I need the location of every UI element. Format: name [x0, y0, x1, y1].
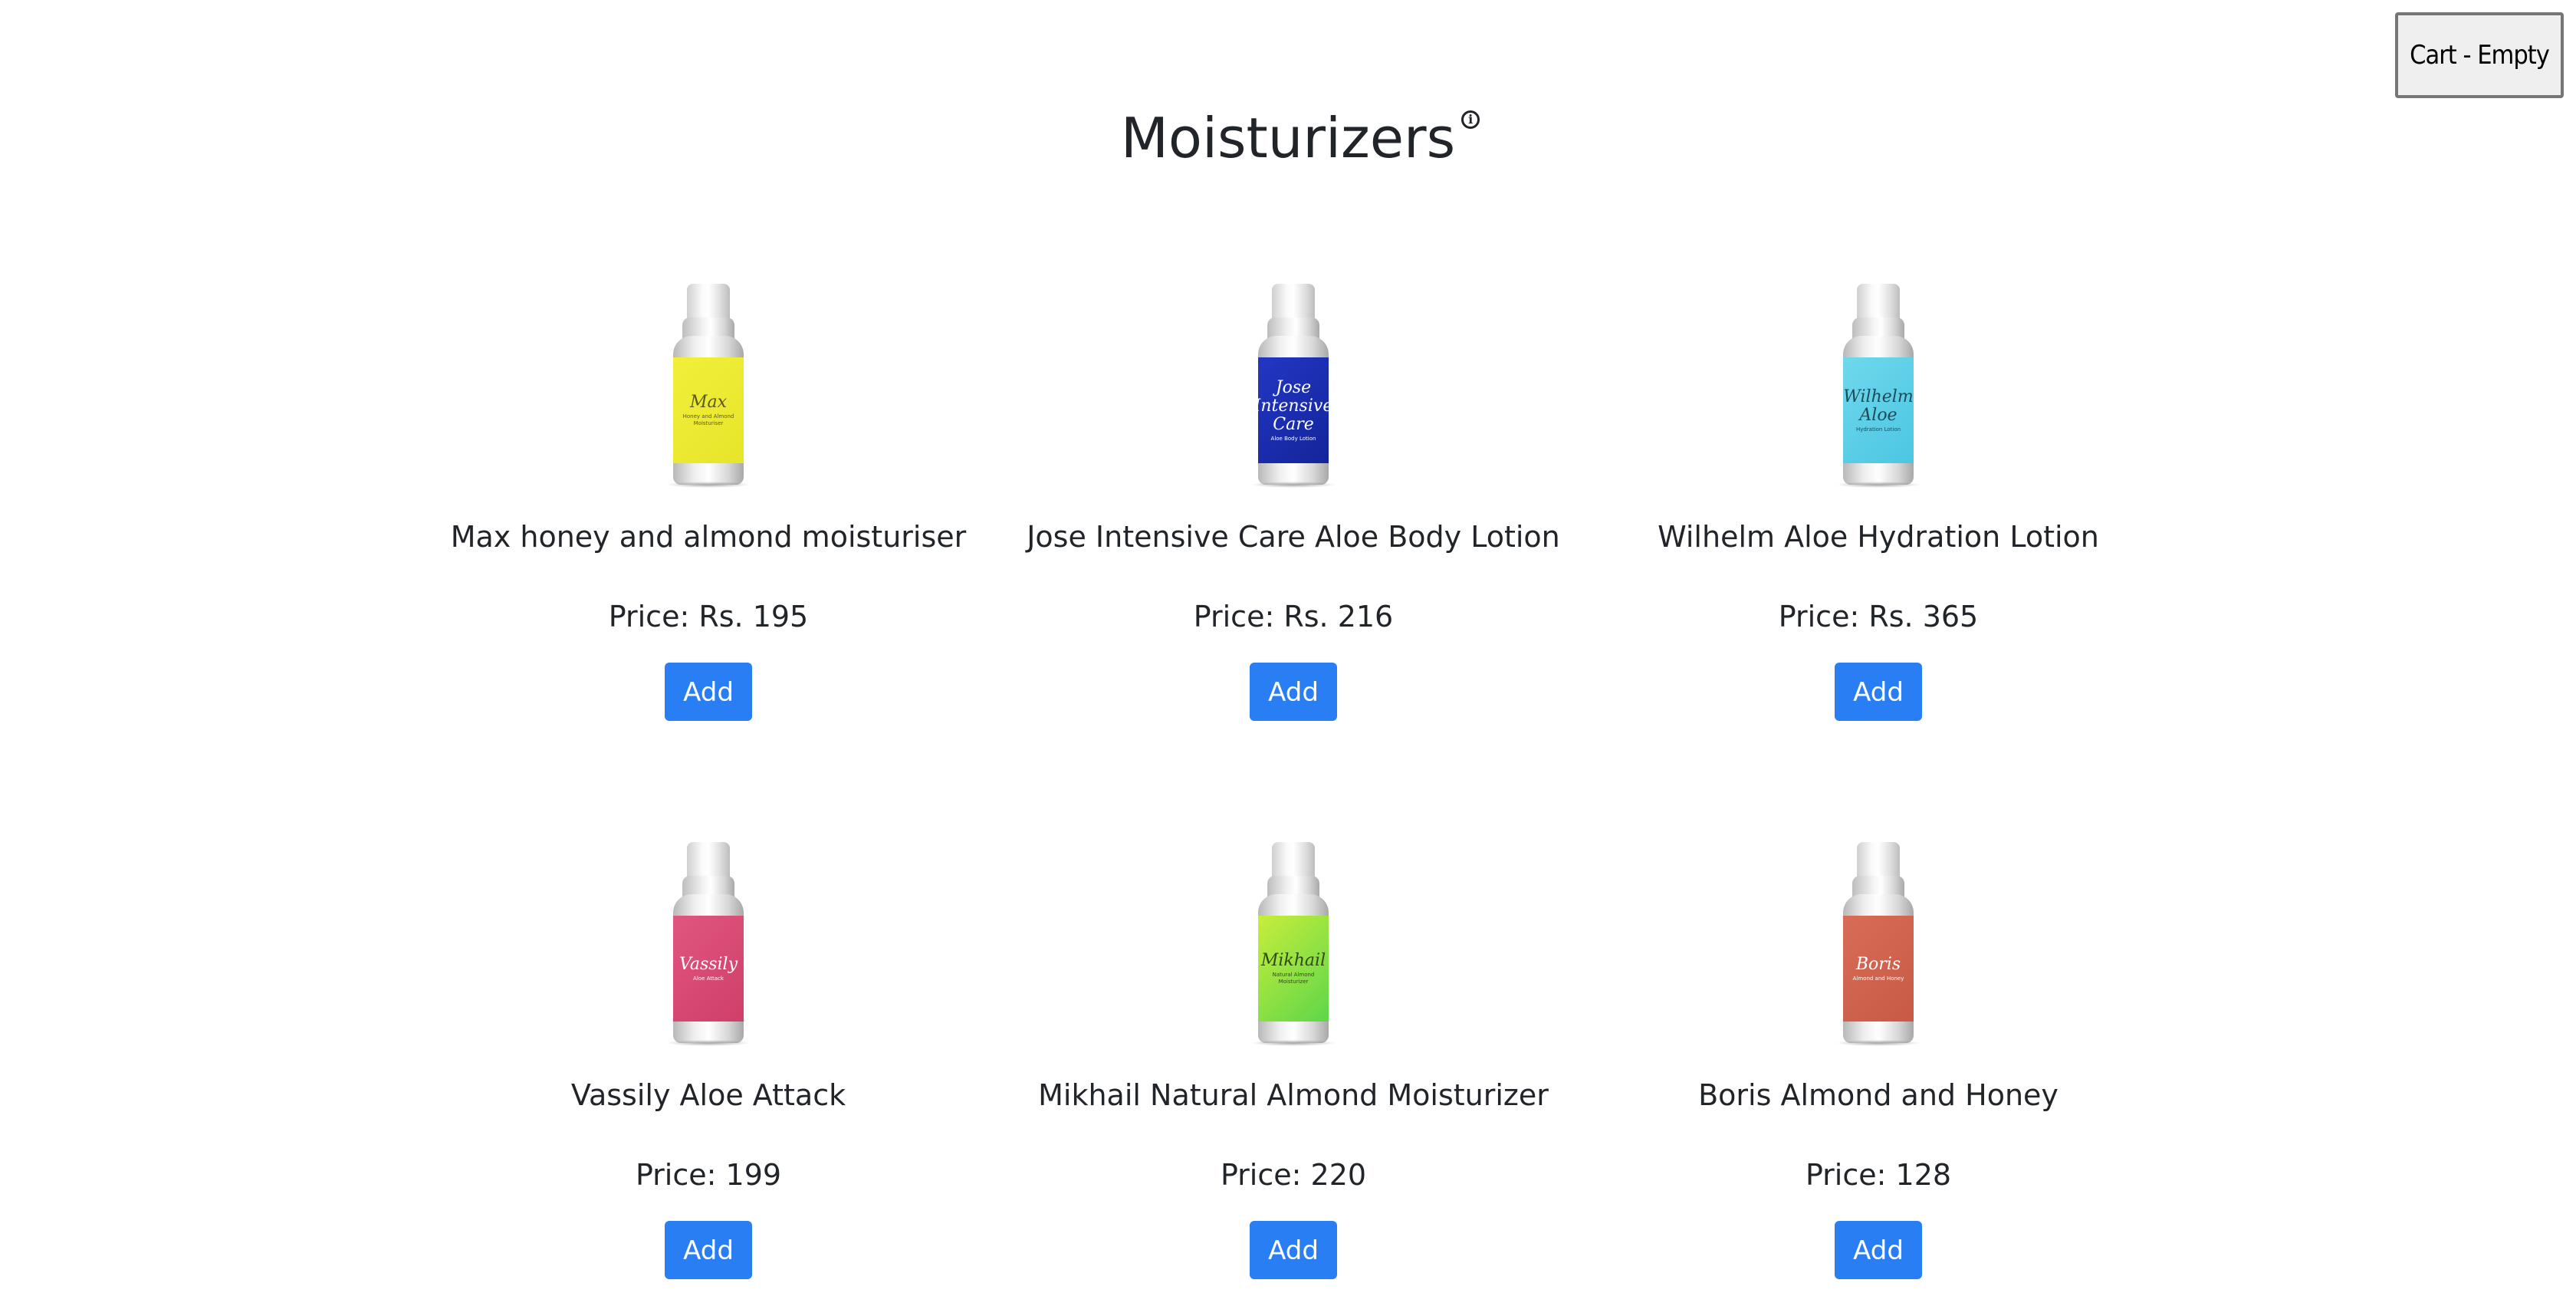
bottle-body: Boris Almond and Honey [1843, 894, 1914, 1043]
bottle-shadow [1250, 1040, 1336, 1046]
product-image: Wilhelm Aloe Hydration Lotion [1832, 276, 1924, 498]
bottle-subtitle: Almond and Honey [1852, 975, 1904, 982]
moisturizers-page: Cart - Empty Moisturizers i Max Honey and… [0, 0, 2576, 1316]
bottle-shadow [665, 482, 751, 488]
bottle-label: Jose Intensive Care Aloe Body Lotion [1258, 357, 1329, 463]
product-card: Mikhail Natural Almond Moisturizer Mikha… [1002, 834, 1585, 1279]
product-price: Price: 128 [1805, 1158, 1952, 1192]
bottle-cap [1272, 842, 1315, 877]
add-button[interactable]: Add [1250, 1221, 1337, 1279]
bottle-cap [1857, 842, 1900, 877]
bottle-shadow [1835, 1040, 1921, 1046]
product-name: Wilhelm Aloe Hydration Lotion [1658, 520, 2099, 554]
bottle-body: Wilhelm Aloe Hydration Lotion [1843, 336, 1914, 485]
bottle-body: Max Honey and Almond Moisturiser [673, 336, 744, 485]
product-image: Max Honey and Almond Moisturiser [662, 276, 754, 498]
bottle-brand: Wilhelm Aloe [1843, 387, 1914, 425]
product-name: Max honey and almond moisturiser [450, 520, 967, 554]
page-title-text: Moisturizers [1120, 106, 1456, 170]
product-card: Boris Almond and Honey Boris Almond and … [1587, 834, 2170, 1279]
product-price: Price: Rs. 365 [1778, 600, 1979, 633]
product-card: Jose Intensive Care Aloe Body Lotion Jos… [1002, 276, 1585, 721]
bottle-label: Boris Almond and Honey [1843, 916, 1914, 1022]
product-price: Price: Rs. 195 [608, 600, 809, 633]
bottle-cap [1272, 284, 1315, 319]
product-card: Vassily Aloe Attack Vassily Aloe Attack … [417, 834, 1000, 1279]
bottle-body: Jose Intensive Care Aloe Body Lotion [1258, 336, 1329, 485]
bottle-brand: Max [689, 393, 728, 412]
add-button[interactable]: Add [1835, 1221, 1922, 1279]
bottle-shadow [1835, 482, 1921, 488]
bottle-shadow [1250, 482, 1336, 488]
bottle-subtitle: Natural Almond Moisturizer [1272, 972, 1315, 985]
product-image: Mikhail Natural Almond Moisturizer [1247, 834, 1339, 1057]
page-header: Moisturizers i [0, 100, 2576, 176]
bottle-label: Wilhelm Aloe Hydration Lotion [1843, 357, 1914, 463]
add-button[interactable]: Add [665, 1221, 752, 1279]
bottle-brand: Vassily [678, 954, 738, 974]
product-card: Max Honey and Almond Moisturiser Max hon… [417, 276, 1000, 721]
product-price: Price: Rs. 216 [1193, 600, 1394, 633]
add-button[interactable]: Add [665, 663, 752, 721]
bottle-body: Vassily Aloe Attack [673, 894, 744, 1043]
bottle-cap [1857, 284, 1900, 319]
product-name: Jose Intensive Care Aloe Body Lotion [1027, 520, 1560, 554]
bottle-cap [687, 284, 730, 319]
product-image: Vassily Aloe Attack [662, 834, 754, 1057]
product-image: Jose Intensive Care Aloe Body Lotion [1247, 276, 1339, 498]
bottle-subtitle: Aloe Body Lotion [1270, 435, 1316, 442]
product-image: Boris Almond and Honey [1832, 834, 1924, 1057]
bottle-brand: Mikhail [1260, 951, 1326, 970]
product-price: Price: 220 [1220, 1158, 1367, 1192]
bottle-label: Max Honey and Almond Moisturiser [673, 357, 744, 463]
bottle-subtitle: Aloe Attack [693, 975, 724, 982]
bottle-cap [687, 842, 730, 877]
product-name: Boris Almond and Honey [1698, 1078, 2058, 1112]
product-name: Mikhail Natural Almond Moisturizer [1038, 1078, 1549, 1112]
bottle-body: Mikhail Natural Almond Moisturizer [1258, 894, 1329, 1043]
page-title: Moisturizers i [1120, 100, 1480, 176]
info-icon[interactable]: i [1461, 110, 1480, 129]
bottle-label: Mikhail Natural Almond Moisturizer [1258, 916, 1329, 1022]
add-button[interactable]: Add [1835, 663, 1922, 721]
bottle-subtitle: Hydration Lotion [1855, 426, 1901, 433]
bottle-subtitle: Honey and Almond Moisturiser [682, 413, 734, 426]
product-card: Wilhelm Aloe Hydration Lotion Wilhelm Al… [1587, 276, 2170, 721]
product-price: Price: 199 [635, 1158, 782, 1192]
bottle-shadow [665, 1040, 751, 1046]
bottle-brand: Boris [1855, 954, 1901, 974]
bottle-label: Vassily Aloe Attack [673, 916, 744, 1022]
add-button[interactable]: Add [1250, 663, 1337, 721]
bottle-brand: Jose Intensive Care [1258, 377, 1329, 434]
cart-button[interactable]: Cart - Empty [2395, 12, 2564, 98]
product-name: Vassily Aloe Attack [570, 1078, 846, 1112]
